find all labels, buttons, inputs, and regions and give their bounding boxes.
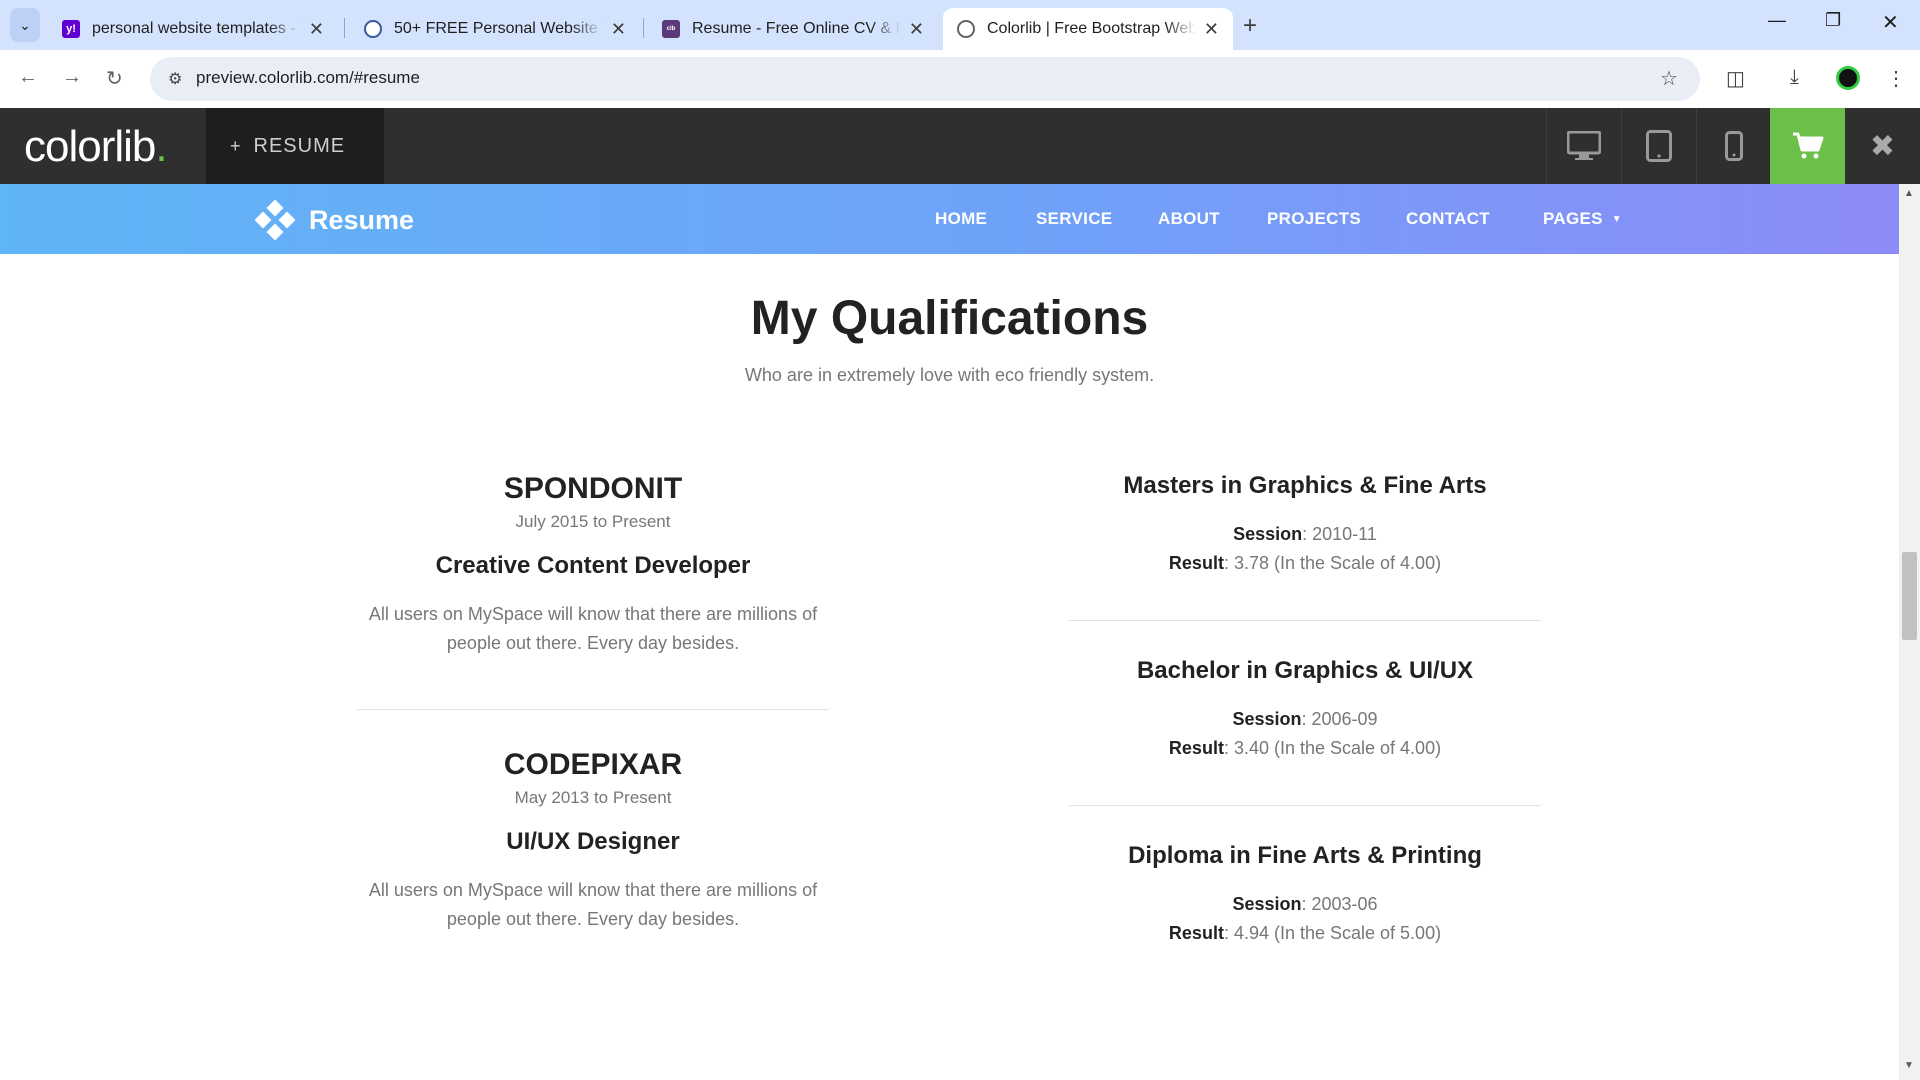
scroll-down-arrow-icon[interactable]: ▼ bbox=[1904, 1060, 1914, 1071]
job-description: All users on MySpace will know that ther… bbox=[368, 604, 818, 653]
colorlib-icon: clb bbox=[662, 20, 680, 38]
tablet-view-button[interactable] bbox=[1621, 108, 1695, 184]
company-name: CODEPIXAR bbox=[503, 748, 683, 781]
restore-icon[interactable]: ❐ bbox=[1825, 10, 1841, 31]
degree-title: Masters in Graphics & Fine Arts bbox=[1123, 472, 1487, 499]
brand-logo-icon bbox=[255, 200, 295, 240]
close-preview-icon[interactable]: ✖ bbox=[1845, 108, 1920, 184]
close-tab-icon[interactable]: ✕ bbox=[909, 19, 924, 40]
divider bbox=[1069, 805, 1541, 806]
plus-icon: + bbox=[230, 135, 242, 156]
scroll-up-arrow-icon[interactable]: ▲ bbox=[1904, 188, 1914, 199]
scrollbar-thumb[interactable] bbox=[1902, 552, 1917, 640]
company-name: SPONDONIT bbox=[503, 472, 683, 505]
url-text[interactable]: preview.colorlib.com/#resume bbox=[196, 68, 420, 88]
divider bbox=[1069, 620, 1541, 621]
minimize-icon[interactable]: — bbox=[1768, 10, 1786, 31]
education-item: Diploma in Fine Arts & Printing Session:… bbox=[1069, 842, 1541, 948]
extensions-icon[interactable]: ◫ bbox=[1726, 66, 1745, 91]
experience-item: CODEPIXAR May 2013 to Present UI/UX Desi… bbox=[343, 748, 843, 934]
tab-yahoo[interactable]: y! personal website templates - Ya ✕ bbox=[48, 8, 338, 50]
site-icon bbox=[364, 20, 382, 38]
yahoo-icon: y! bbox=[62, 20, 80, 38]
close-tab-icon[interactable]: ✕ bbox=[1204, 19, 1219, 40]
degree-title: Diploma in Fine Arts & Printing bbox=[1128, 842, 1482, 869]
job-period: July 2015 to Present bbox=[515, 512, 671, 531]
degree-details: Session: 2006-09 Result: 3.40 (In the Sc… bbox=[1168, 709, 1442, 758]
divider bbox=[357, 709, 829, 710]
job-role: Creative Content Developer bbox=[435, 552, 751, 579]
experience-item: SPONDONIT July 2015 to Present Creative … bbox=[343, 472, 843, 658]
nav-about[interactable]: ABOUT bbox=[1158, 209, 1220, 229]
desktop-icon bbox=[1566, 131, 1601, 160]
cart-icon bbox=[1792, 132, 1823, 159]
close-tab-icon[interactable]: ✕ bbox=[309, 19, 324, 40]
site-brand[interactable]: Resume bbox=[255, 200, 414, 240]
new-tab-button[interactable]: + bbox=[1243, 12, 1257, 40]
site-info-icon[interactable]: ⚙ bbox=[168, 69, 182, 89]
nav-contact[interactable]: CONTACT bbox=[1406, 209, 1490, 229]
mobile-icon bbox=[1724, 131, 1743, 161]
tab-separator bbox=[344, 18, 345, 38]
job-role: UI/UX Designer bbox=[506, 828, 680, 855]
degree-details: Session: 2010-11 Result: 3.78 (In the Sc… bbox=[1168, 524, 1442, 573]
reload-icon[interactable]: ↻ bbox=[106, 66, 123, 91]
tab-resume[interactable]: clb Resume - Free Online CV & Res ✕ bbox=[648, 8, 938, 50]
education-item: Masters in Graphics & Fine Arts Session:… bbox=[1069, 472, 1541, 578]
degree-details: Session: 2003-06 Result: 4.94 (In the Sc… bbox=[1168, 894, 1442, 943]
tab-personal-templates[interactable]: 50+ FREE Personal Website Tem ✕ bbox=[350, 8, 640, 50]
forward-icon[interactable]: → bbox=[62, 66, 82, 89]
back-icon[interactable]: ← bbox=[18, 66, 38, 89]
nav-service[interactable]: SERVICE bbox=[1036, 209, 1112, 229]
avatar[interactable] bbox=[1836, 66, 1860, 90]
download-icon[interactable]: ⤓ bbox=[1790, 66, 1799, 89]
buy-cart-button[interactable] bbox=[1770, 108, 1845, 184]
mobile-view-button[interactable] bbox=[1696, 108, 1770, 184]
tab-separator bbox=[643, 18, 644, 38]
tab-search-button[interactable]: ⌄ bbox=[10, 8, 40, 42]
tab-colorlib-active[interactable]: Colorlib | Free Bootstrap Websit ✕ bbox=[943, 8, 1233, 50]
theme-selector-button[interactable]: + RESUME bbox=[206, 108, 384, 184]
section-title: My Qualifications bbox=[750, 292, 1149, 345]
degree-title: Bachelor in Graphics & UI/UX bbox=[1136, 657, 1474, 684]
caret-down-icon: ▼ bbox=[1611, 214, 1622, 225]
education-item: Bachelor in Graphics & UI/UX Session: 20… bbox=[1069, 657, 1541, 763]
nav-projects[interactable]: PROJECTS bbox=[1267, 209, 1361, 229]
nav-pages[interactable]: PAGES ▼ bbox=[1543, 209, 1622, 229]
bookmark-star-icon[interactable]: ☆ bbox=[1660, 66, 1678, 91]
close-tab-icon[interactable]: ✕ bbox=[611, 19, 626, 40]
nav-home[interactable]: HOME bbox=[935, 209, 987, 229]
close-window-icon[interactable]: ✕ bbox=[1882, 10, 1899, 35]
menu-kebab-icon[interactable]: ⋮ bbox=[1886, 66, 1906, 91]
job-period: May 2013 to Present bbox=[514, 788, 672, 807]
section-subtitle: Who are in extremely love with eco frien… bbox=[744, 365, 1155, 385]
colorlib-logo[interactable]: colorlib. bbox=[24, 122, 168, 172]
tablet-icon bbox=[1645, 130, 1672, 162]
job-description: All users on MySpace will know that ther… bbox=[368, 880, 818, 929]
desktop-view-button[interactable] bbox=[1546, 108, 1620, 184]
globe-icon bbox=[957, 20, 975, 38]
chevron-down-icon: ⌄ bbox=[19, 16, 31, 33]
